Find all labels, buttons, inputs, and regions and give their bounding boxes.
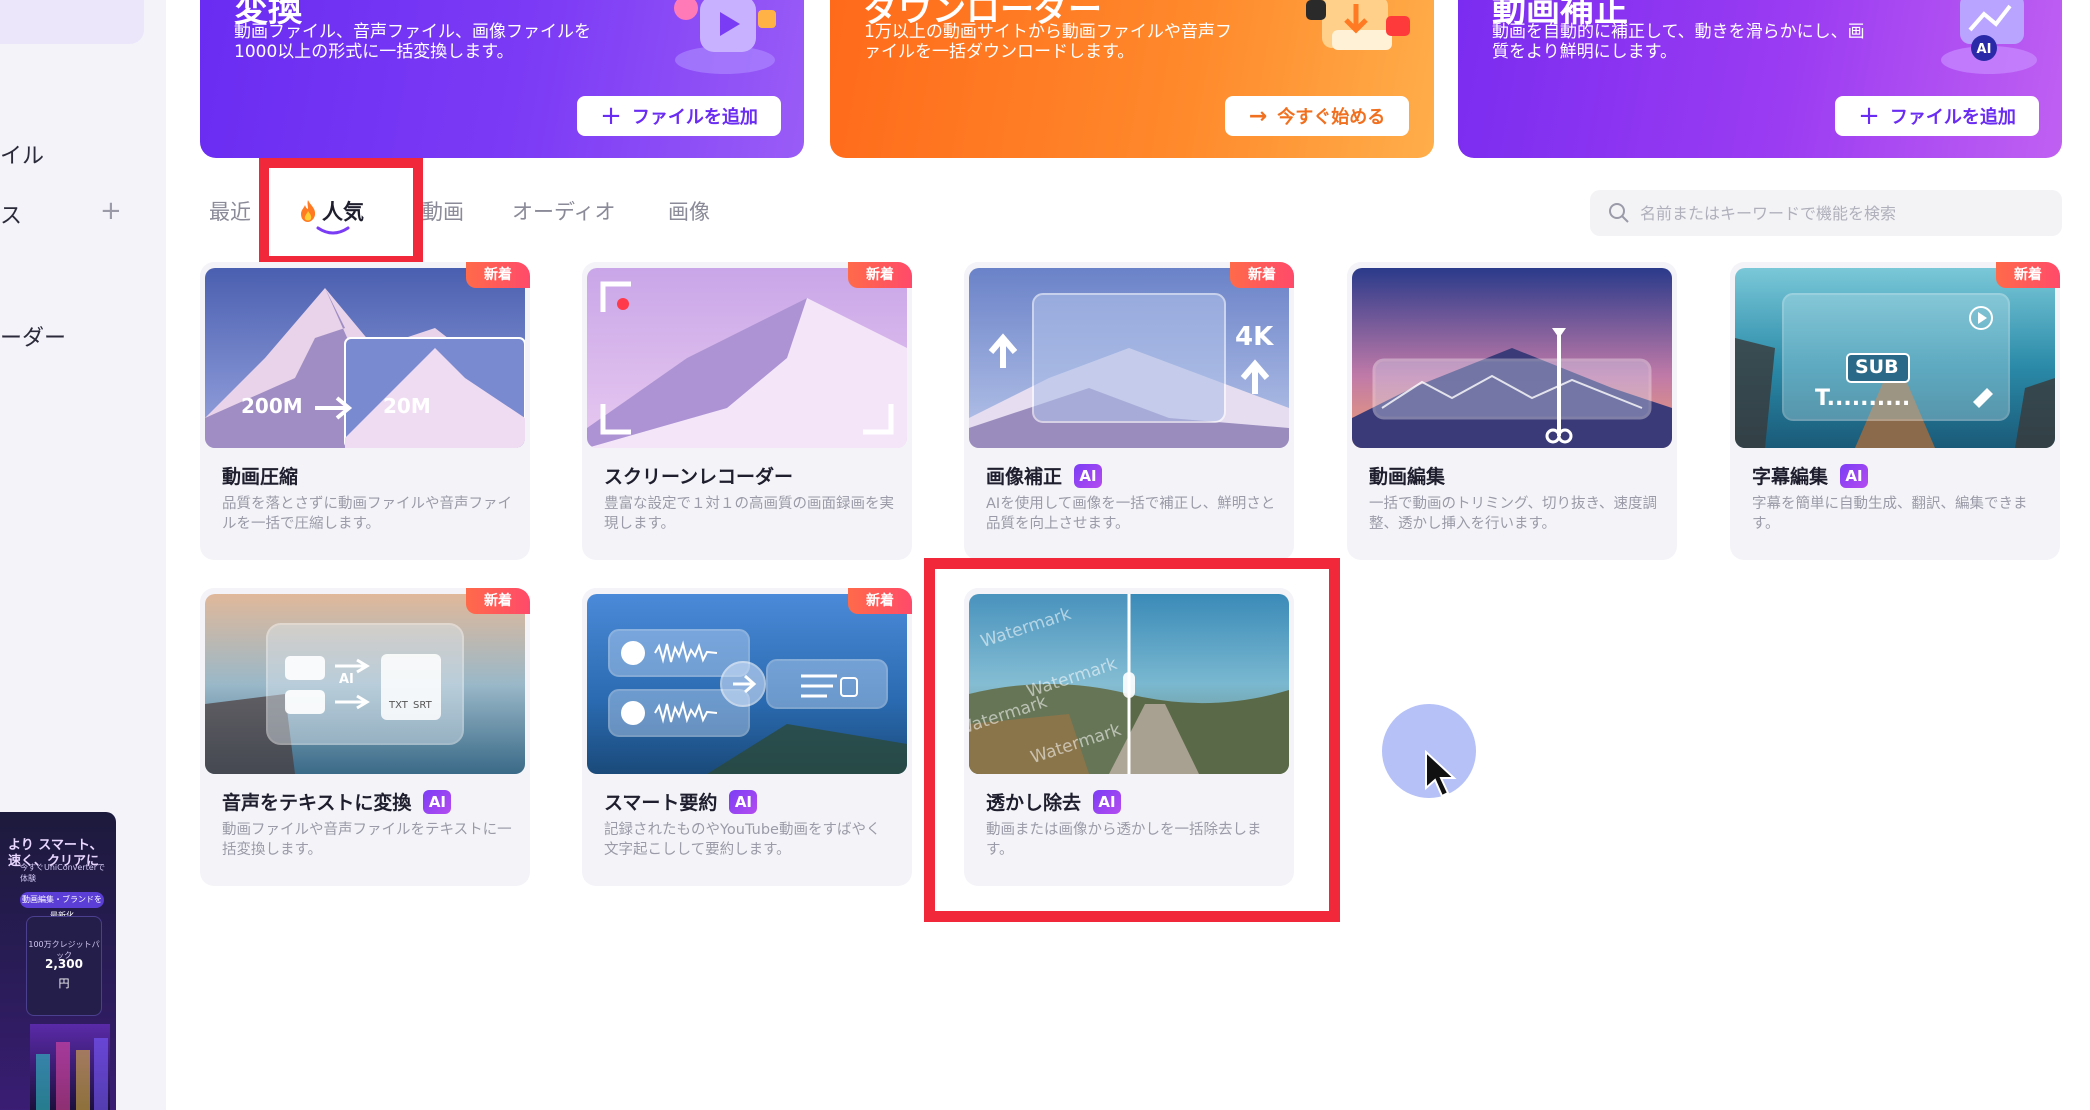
tab-audio[interactable]: オーディオ (512, 196, 616, 226)
card-desc: 一括で動画のトリミング、切り抜き、速度調整、透かし挿入を行います。 (1369, 496, 1657, 532)
resolution-label: 4K (1235, 322, 1274, 352)
banner-desc: 1万以上の動画サイトから動画ファイルや音声ファイルを一括ダウンロードします。 (864, 22, 1232, 62)
tool-card-subtitle-edit[interactable]: SUB T.......... 新着 字幕編集 AI 字幕を簡単に自動生成、翻訳、… (1730, 262, 2060, 560)
arrow-right-icon: → (1248, 103, 1268, 129)
svg-text:AI: AI (1977, 42, 1992, 57)
enhance-add-file-button[interactable]: + ファイルを追加 (1835, 96, 2039, 136)
compress-thumbnail: 200M 20M (205, 268, 525, 448)
new-badge: 新着 (1230, 262, 1294, 288)
promo-pill: 動画編集・ブランドを最新化 (20, 892, 104, 920)
ai-convert-label: AI (339, 672, 354, 687)
banner-desc: 動画ファイル、音声ファイル、画像ファイルを1000以上の形式に一括変換します。 (234, 22, 591, 62)
new-badge: 新着 (1996, 262, 2060, 288)
new-badge: 新着 (466, 262, 530, 288)
sidebar-item-active[interactable] (0, 0, 144, 44)
card-title-text: スクリーンレコーダー (604, 466, 794, 488)
subtitle-edit-thumbnail: SUB T.......... (1735, 268, 2055, 448)
downloader-start-button[interactable]: → 今すぐ始める (1225, 96, 1409, 136)
convert-add-file-button[interactable]: + ファイルを追加 (577, 96, 781, 136)
ai-badge: AI (729, 789, 758, 814)
card-title-text: 動画編集 (1369, 466, 1446, 488)
size-to-label: 20M (383, 394, 431, 418)
card-title: 音声をテキストに変換 AI (222, 788, 452, 815)
card-desc: 品質を落とさずに動画ファイルや音声ファイルを一括で圧縮します。 (222, 496, 512, 532)
card-title-text: 画像補正 (986, 466, 1063, 488)
tool-card-screen-recorder[interactable]: 新着 スクリーンレコーダー 豊富な設定で１対１の高画質の画面録画を実現します。 (582, 262, 912, 560)
promo-box-unit: 円 (58, 977, 70, 990)
card-title: スマート要約 AI (604, 788, 758, 815)
tab-image[interactable]: 画像 (668, 196, 710, 226)
card-title-text: 字幕編集 (1752, 466, 1829, 488)
card-desc: 字幕を簡単に自動生成、翻訳、編集できます。 (1752, 496, 2028, 532)
promo-box-value: 2,300 (45, 957, 83, 971)
ai-badge: AI (423, 789, 452, 814)
download-illustration-icon (1306, 0, 1410, 50)
convert-add-file-label: ファイルを追加 (631, 107, 758, 128)
downloader-start-label: 今すぐ始める (1277, 107, 1386, 128)
card-desc: 記録されたものやYouTube動画をすばやく文字起こしして要約します。 (604, 822, 881, 858)
convert-banner[interactable]: 変換 動画ファイル、音声ファイル、画像ファイルを1000以上の形式に一括変換しま… (200, 0, 804, 158)
highlight-box-watermark (924, 558, 1340, 922)
speech-to-text-thumbnail: AI TXT SRT (205, 594, 525, 774)
sidebar-item-loader[interactable]: ーダー (0, 320, 66, 352)
search-input[interactable] (1640, 203, 2040, 223)
promo-banner[interactable]: より スマート、速く、クリアに 今すぐUniConverterで体験 動画編集・… (0, 812, 116, 1110)
plus-icon: + (1858, 101, 1880, 131)
card-title-text: スマート要約 (604, 792, 718, 814)
card-title: 動画編集 (1369, 462, 1445, 489)
plus-icon: + (600, 101, 622, 131)
tool-card-speech-to-text[interactable]: AI TXT SRT 新着 音声をテキストに変換 AI 動画ファイルや音声ファイル… (200, 588, 530, 886)
sidebar: イル ス + ーダー より スマート、速く、クリアに 今すぐUniConvert… (0, 0, 166, 1110)
subtitle-text-label: T.......... (1815, 386, 1911, 411)
sidebar-item-x[interactable]: ス (0, 198, 22, 230)
mouse-cursor-icon (1425, 750, 1457, 798)
card-title-text: 音声をテキストに変換 (222, 792, 412, 814)
subtitle-sub-label: SUB (1855, 356, 1899, 378)
card-title: スクリーンレコーダー (604, 462, 793, 489)
tool-card-compress[interactable]: 200M 20M 新着 動画圧縮 品質を落とさずに動画ファイルや音声ファイルを一… (200, 262, 530, 560)
card-desc: AIを使用して画像を一括で補正し、鮮明さと品質を向上させます。 (986, 496, 1276, 532)
tool-card-smart-summary[interactable]: 新着 スマート要約 AI 記録されたものやYouTube動画をすばやく文字起こしし… (582, 588, 912, 886)
promo-subtitle: 今すぐUniConverterで体験 (20, 863, 105, 883)
ai-badge: AI (1074, 463, 1103, 488)
card-desc: 豊富な設定で１対１の高画質の画面録画を実現します。 (604, 496, 894, 532)
txt-label: TXT (389, 700, 408, 711)
search-icon (1609, 203, 1629, 223)
card-title: 動画圧縮 (222, 462, 298, 489)
tab-video[interactable]: 動画 (422, 196, 464, 226)
downloader-banner[interactable]: ダウンローダー 1万以上の動画サイトから動画ファイルや音声ファイルを一括ダウンロ… (830, 0, 1434, 158)
tool-card-video-edit[interactable]: 動画編集 一括で動画のトリミング、切り抜き、速度調整、透かし挿入を行います。 (1347, 262, 1677, 560)
card-title: 字幕編集 AI (1752, 462, 1869, 489)
ai-badge: AI (1840, 463, 1869, 488)
feature-search[interactable] (1590, 190, 2062, 236)
promo-stage-image (30, 1024, 110, 1110)
enhance-add-file-label: ファイルを追加 (1889, 107, 2016, 128)
card-desc: 動画ファイルや音声ファイルをテキストに一括変換します。 (222, 822, 512, 858)
smart-summary-thumbnail (587, 594, 907, 774)
new-badge: 新着 (848, 588, 912, 614)
screen-recorder-thumbnail (587, 268, 907, 448)
convert-illustration-icon (674, 0, 776, 74)
enhance-illustration-icon: AI (1941, 0, 2037, 74)
add-icon[interactable]: + (100, 196, 122, 226)
sidebar-item-file[interactable]: イル (0, 138, 44, 170)
size-from-label: 200M (241, 394, 303, 418)
enhance-banner[interactable]: 動画補正 動画を自動的に補正して、動きを滑らかにし、画質をより鮮明にします。 A… (1458, 0, 2062, 158)
promo-price-box: 100万クレジットパック 2,300 円 (26, 916, 102, 1016)
image-enhance-thumbnail: 4K (969, 268, 1289, 448)
highlight-box-popular (259, 158, 423, 266)
srt-label: SRT (413, 700, 432, 711)
card-title-text: 動画圧縮 (222, 466, 299, 488)
tab-recent[interactable]: 最近 (209, 196, 251, 226)
new-badge: 新着 (466, 588, 530, 614)
banner-desc: 動画を自動的に補正して、動きを滑らかにし、画質をより鮮明にします。 (1492, 22, 1865, 62)
video-edit-thumbnail (1352, 268, 1672, 448)
card-title: 画像補正 AI (986, 462, 1103, 489)
tool-card-image-enhance[interactable]: 4K 新着 画像補正 AI AIを使用して画像を一括で補正し、鮮明さと品質を向上さ… (964, 262, 1294, 560)
new-badge: 新着 (848, 262, 912, 288)
